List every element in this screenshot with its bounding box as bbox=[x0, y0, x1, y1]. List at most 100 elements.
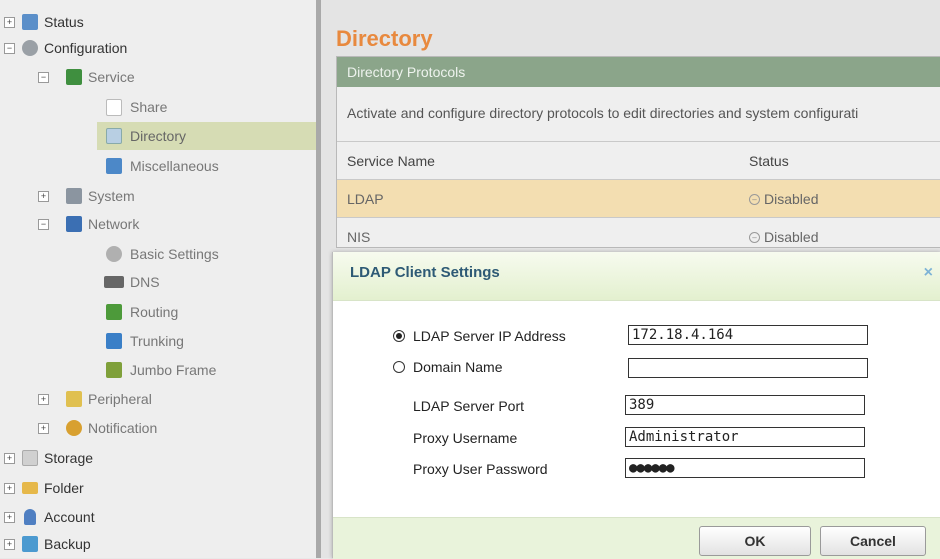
collapse-icon[interactable]: − bbox=[38, 72, 49, 83]
status-icon bbox=[22, 14, 38, 30]
tree-label: Routing bbox=[130, 304, 179, 320]
tree-label: Notification bbox=[88, 420, 158, 436]
tree-item-notification[interactable]: + Notification bbox=[0, 414, 316, 442]
tree-item-share[interactable]: Share bbox=[0, 93, 316, 121]
ok-button[interactable]: OK bbox=[699, 526, 811, 556]
tree-item-network[interactable]: − Network bbox=[0, 210, 316, 238]
service-name-cell: NIS bbox=[337, 217, 748, 255]
proxy-username-label: Proxy Username bbox=[413, 430, 518, 446]
tree-label: Share bbox=[130, 99, 168, 115]
server-ip-label: LDAP Server IP Address bbox=[413, 328, 566, 344]
tree-item-directory[interactable]: Directory bbox=[97, 122, 316, 150]
disabled-icon: – bbox=[749, 232, 760, 244]
collapse-icon[interactable]: − bbox=[38, 219, 49, 230]
tree-label: Service bbox=[88, 69, 135, 85]
notification-icon bbox=[66, 420, 82, 436]
tree-label: Configuration bbox=[44, 40, 128, 56]
directory-icon bbox=[106, 128, 122, 144]
status-cell: – Disabled bbox=[748, 217, 940, 255]
dialog-title: LDAP Client Settings bbox=[350, 264, 500, 281]
cancel-button[interactable]: Cancel bbox=[820, 526, 926, 556]
tree-item-folder[interactable]: + Folder bbox=[0, 474, 316, 502]
tree-item-storage[interactable]: + Storage bbox=[0, 444, 316, 472]
tree-item-configuration[interactable]: − Configuration bbox=[0, 34, 316, 62]
tree-item-miscellaneous[interactable]: Miscellaneous bbox=[0, 152, 316, 180]
window-icon bbox=[106, 158, 122, 174]
server-ip-option[interactable]: LDAP Server IP Address bbox=[393, 328, 566, 344]
tree-item-jumbo-frame[interactable]: Jumbo Frame bbox=[0, 356, 316, 384]
expand-icon[interactable]: + bbox=[4, 483, 15, 494]
tree-item-routing[interactable]: Routing bbox=[0, 298, 316, 326]
gear-icon bbox=[22, 40, 38, 56]
jumbo-frame-icon bbox=[106, 362, 122, 378]
ldap-client-settings-dialog: LDAP Client Settings × LDAP Server IP Ad… bbox=[332, 252, 940, 559]
server-ip-field[interactable]: 172.18.4.164 bbox=[628, 325, 868, 345]
collapse-icon[interactable]: − bbox=[4, 43, 15, 54]
tree-item-backup[interactable]: + Backup bbox=[0, 530, 316, 558]
radio-selected-icon[interactable] bbox=[393, 330, 405, 342]
close-icon[interactable]: × bbox=[924, 264, 933, 282]
tree-item-system[interactable]: + System bbox=[0, 182, 316, 210]
tree-label: Directory bbox=[130, 128, 187, 144]
server-port-field[interactable]: 389 bbox=[625, 395, 865, 415]
tree-item-basic-settings[interactable]: Basic Settings bbox=[0, 240, 316, 268]
domain-name-label: Domain Name bbox=[413, 359, 503, 375]
table-header-row: Service Name Status bbox=[337, 141, 940, 180]
trunking-icon bbox=[106, 333, 122, 349]
proxy-username-field[interactable]: Administrator bbox=[625, 427, 865, 447]
expand-icon[interactable]: + bbox=[4, 17, 15, 28]
account-icon bbox=[24, 509, 36, 525]
column-header-service-name[interactable]: Service Name bbox=[337, 141, 748, 180]
service-name-cell: LDAP bbox=[337, 179, 748, 218]
settings-icon bbox=[106, 246, 122, 262]
tree-item-service[interactable]: − Service bbox=[0, 63, 316, 91]
backup-icon bbox=[22, 536, 38, 552]
dialog-footer: OK Cancel bbox=[333, 517, 940, 559]
network-icon bbox=[66, 216, 82, 232]
expand-icon[interactable]: + bbox=[38, 191, 49, 202]
status-text: Disabled bbox=[764, 190, 819, 207]
tree-item-account[interactable]: + Account bbox=[0, 503, 316, 531]
domain-name-field[interactable] bbox=[628, 358, 868, 378]
expand-icon[interactable]: + bbox=[38, 394, 49, 405]
table-row-ldap[interactable]: LDAP – Disabled bbox=[337, 179, 940, 218]
column-header-status[interactable]: Status bbox=[748, 141, 940, 180]
protocols-table: Service Name Status LDAP – Disabled NIS –… bbox=[337, 141, 940, 255]
tree-label: Backup bbox=[44, 536, 91, 552]
expand-icon[interactable]: + bbox=[38, 423, 49, 434]
storage-icon bbox=[22, 450, 38, 466]
domain-name-option[interactable]: Domain Name bbox=[393, 359, 502, 375]
tree-label: Storage bbox=[44, 450, 94, 466]
expand-icon[interactable]: + bbox=[4, 512, 15, 523]
radio-unselected-icon[interactable] bbox=[393, 361, 405, 373]
disabled-icon: – bbox=[749, 194, 760, 206]
directory-protocols-panel: Directory Protocols Activate and configu… bbox=[336, 56, 940, 255]
system-icon bbox=[66, 188, 82, 204]
tree-item-status[interactable]: + Status bbox=[0, 8, 316, 36]
server-port-label: LDAP Server Port bbox=[413, 398, 525, 414]
document-icon bbox=[106, 99, 122, 116]
tree-label: DNS bbox=[130, 274, 160, 290]
expand-icon[interactable]: + bbox=[4, 453, 15, 464]
tree-item-trunking[interactable]: Trunking bbox=[0, 327, 316, 355]
dns-icon bbox=[104, 276, 124, 288]
panel-header: Directory Protocols bbox=[337, 57, 940, 87]
tree-label: Basic Settings bbox=[130, 246, 219, 262]
tree-label: Peripheral bbox=[88, 391, 152, 407]
table-row-nis[interactable]: NIS – Disabled bbox=[337, 217, 940, 255]
proxy-password-field[interactable]: ●●●●●● bbox=[625, 458, 865, 478]
tree-item-peripheral[interactable]: + Peripheral bbox=[0, 385, 316, 413]
tree-label: Miscellaneous bbox=[130, 158, 219, 174]
sidebar: + Status − Configuration − Service Share… bbox=[0, 0, 316, 558]
proxy-password-label: Proxy User Password bbox=[413, 461, 548, 477]
expand-icon[interactable]: + bbox=[4, 539, 15, 550]
dialog-header[interactable]: LDAP Client Settings × bbox=[333, 252, 940, 301]
tree-label: Trunking bbox=[130, 333, 184, 349]
tree-label: System bbox=[88, 188, 135, 204]
tree-item-dns[interactable]: DNS bbox=[0, 268, 316, 296]
tree-label: Jumbo Frame bbox=[130, 362, 217, 378]
tree-label: Folder bbox=[44, 480, 84, 496]
folder-icon bbox=[22, 482, 38, 494]
page-title: Directory bbox=[336, 26, 433, 51]
tree-label: Status bbox=[44, 14, 84, 30]
